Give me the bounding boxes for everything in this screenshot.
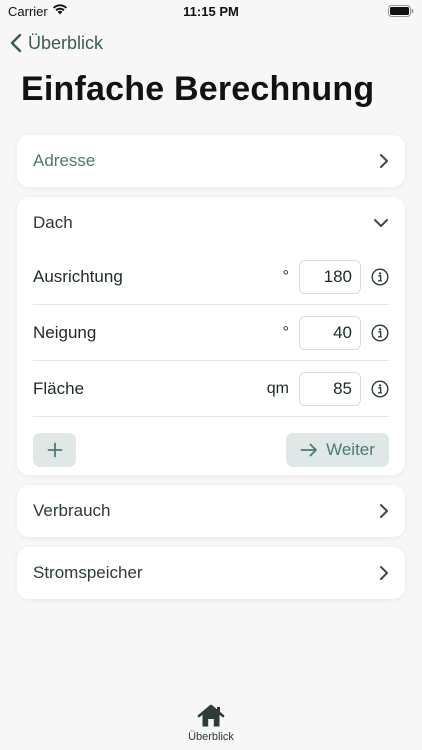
storage-card[interactable]: Stromspeicher	[17, 547, 405, 599]
house-icon	[197, 704, 225, 727]
plus-icon	[47, 442, 62, 458]
next-button[interactable]: Weiter	[286, 433, 389, 467]
storage-row[interactable]: Stromspeicher	[17, 547, 405, 599]
address-card[interactable]: Adresse	[17, 135, 405, 187]
orientation-row: Ausrichtung °	[33, 249, 389, 305]
chevron-right-icon	[380, 566, 388, 580]
chevron-left-icon	[10, 33, 22, 53]
consumption-label: Verbrauch	[33, 501, 111, 520]
chevron-right-icon	[380, 504, 388, 518]
chevron-right-icon	[380, 154, 388, 168]
status-time: 11:15 PM	[183, 4, 239, 19]
next-label: Weiter	[326, 440, 375, 459]
consumption-row[interactable]: Verbrauch	[17, 485, 405, 537]
chevron-down-icon	[374, 219, 388, 227]
orientation-unit: °	[282, 267, 289, 285]
slope-label: Neigung	[33, 322, 97, 342]
address-row[interactable]: Adresse	[17, 135, 405, 187]
info-icon[interactable]	[371, 323, 389, 342]
roof-section-header[interactable]: Dach	[17, 197, 405, 249]
arrow-right-icon	[300, 443, 317, 457]
area-unit: qm	[266, 379, 289, 397]
slope-unit: °	[282, 323, 289, 341]
roof-header-label: Dach	[33, 213, 73, 232]
slope-row: Neigung °	[33, 305, 389, 361]
consumption-card[interactable]: Verbrauch	[17, 485, 405, 537]
page-title: Einfache Berechnung	[21, 70, 375, 108]
tab-bar: Überblick	[0, 690, 422, 750]
roof-card: Dach Ausrichtung ° Neigung ° F	[17, 197, 405, 475]
tab-overview[interactable]: Überblick	[188, 704, 234, 750]
add-roof-button[interactable]	[33, 433, 76, 467]
slope-input[interactable]	[299, 315, 361, 350]
area-input[interactable]	[299, 371, 361, 406]
area-row: Fläche qm	[33, 361, 389, 417]
area-label: Fläche	[33, 378, 85, 398]
back-button[interactable]: Überblick	[10, 30, 103, 56]
battery-icon	[388, 5, 414, 20]
orientation-label: Ausrichtung	[33, 266, 123, 286]
tab-overview-label: Überblick	[188, 731, 234, 743]
back-label: Überblick	[28, 32, 104, 53]
storage-label: Stromspeicher	[33, 563, 143, 582]
orientation-input[interactable]	[299, 259, 361, 294]
address-label: Adresse	[33, 151, 96, 170]
status-bar: Carrier 11:15 PM	[0, 0, 422, 22]
roof-actions: Weiter	[33, 417, 389, 483]
info-icon[interactable]	[371, 267, 389, 286]
info-icon[interactable]	[371, 379, 389, 398]
